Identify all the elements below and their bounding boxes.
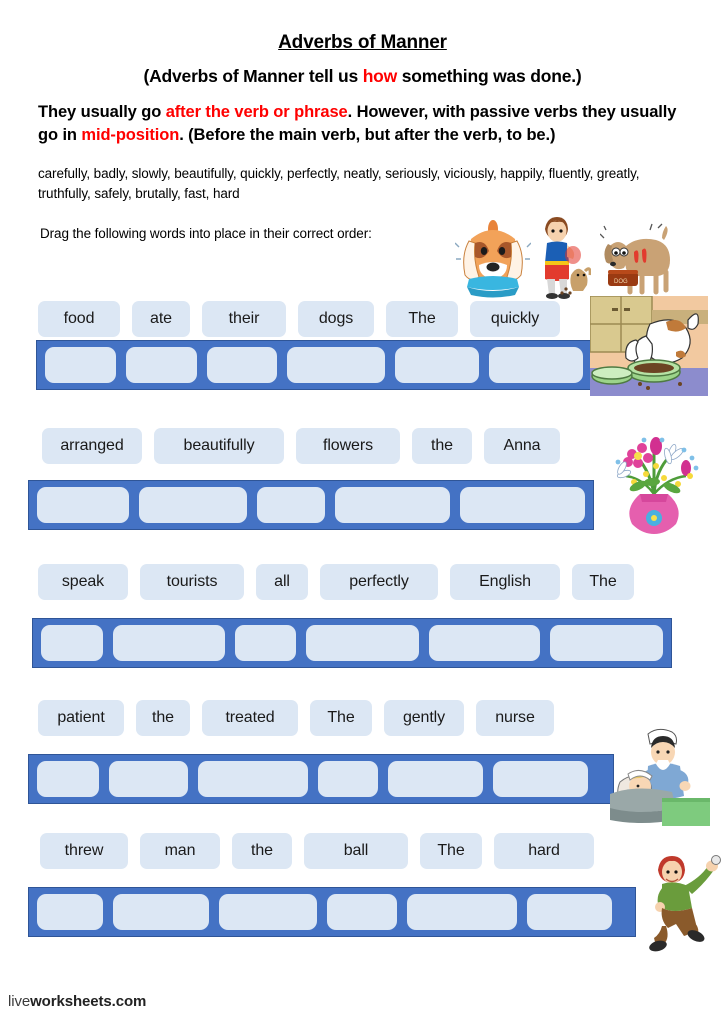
word-chip[interactable]: arranged — [42, 428, 142, 464]
word-chip[interactable]: perfectly — [320, 564, 438, 600]
drop-slot[interactable] — [318, 761, 378, 797]
drop-zone-exercise-4[interactable] — [28, 754, 614, 804]
drop-slot[interactable] — [206, 347, 278, 383]
drop-slot[interactable] — [219, 894, 317, 930]
word-bank-exercise-5: threw man the ball The hard — [40, 833, 594, 869]
drop-slot[interactable] — [113, 894, 209, 930]
drop-slot[interactable] — [527, 894, 612, 930]
drop-slot[interactable] — [112, 625, 225, 661]
page-title: Adverbs of Manner — [278, 32, 447, 53]
drop-slot[interactable] — [327, 894, 397, 930]
drop-slot[interactable] — [428, 625, 540, 661]
word-chip[interactable]: all — [256, 564, 308, 600]
rule-text-1: They usually go — [38, 103, 166, 121]
drop-slot[interactable] — [37, 487, 129, 523]
drop-slot[interactable] — [493, 761, 588, 797]
word-bank-exercise-1: food ate their dogs The quickly — [38, 301, 560, 337]
scared-dog-at-bowl-image: DOG — [599, 218, 674, 298]
word-chip[interactable]: hard — [494, 833, 594, 869]
watermark-liveworksheets: liveworksheets.com — [8, 993, 146, 1010]
drop-slot[interactable] — [488, 347, 584, 383]
drop-slot[interactable] — [45, 347, 116, 383]
word-bank-exercise-3: speak tourists all perfectly English The — [38, 564, 634, 600]
drop-slot[interactable] — [306, 625, 419, 661]
watermark-light: live — [8, 993, 31, 1010]
drop-slot[interactable] — [138, 487, 248, 523]
word-chip[interactable]: patient — [38, 700, 124, 736]
drop-zone-exercise-3[interactable] — [32, 618, 672, 668]
word-chip[interactable]: man — [140, 833, 220, 869]
subtitle: (Adverbs of Manner tell us how something… — [0, 54, 725, 87]
drop-slot[interactable] — [394, 347, 479, 383]
drop-slot[interactable] — [257, 487, 326, 523]
nurse-treating-patient-image — [606, 726, 710, 826]
drop-slot[interactable] — [37, 761, 99, 797]
boy-throwing-ball-image — [648, 852, 722, 952]
drop-slot[interactable] — [335, 487, 451, 523]
drop-slot[interactable] — [198, 761, 308, 797]
drop-zone-exercise-2[interactable] — [28, 480, 594, 530]
word-chip[interactable]: speak — [38, 564, 128, 600]
rule-text-4: . (Before the main verb, but after the v… — [179, 126, 556, 145]
subtitle-text-before: (Adverbs of Manner tell us — [143, 66, 363, 86]
drop-slot[interactable] — [41, 625, 103, 661]
word-chip[interactable]: Anna — [484, 428, 560, 464]
drop-slot[interactable] — [37, 894, 103, 930]
drop-slot[interactable] — [287, 347, 385, 383]
word-chip[interactable]: tourists — [140, 564, 244, 600]
word-chip[interactable]: the — [412, 428, 472, 464]
rule-highlight-mid-position: mid-position — [81, 126, 180, 145]
word-bank-exercise-2: arranged beautifully flowers the Anna — [42, 428, 560, 464]
word-chip[interactable]: beautifully — [154, 428, 284, 464]
rule-text-2: . However, with — [347, 103, 470, 121]
word-bank-exercise-4: patient the treated The gently nurse — [38, 700, 554, 736]
boy-feeding-puppy-image — [533, 213, 592, 299]
drop-slot[interactable] — [234, 625, 297, 661]
drop-slot[interactable] — [407, 894, 517, 930]
subtitle-highlight-how: how — [362, 66, 398, 86]
word-chip[interactable]: The — [572, 564, 634, 600]
word-chip[interactable]: The — [420, 833, 482, 869]
word-chip[interactable]: threw — [40, 833, 128, 869]
word-chip[interactable]: ate — [132, 301, 190, 337]
word-chip[interactable]: English — [450, 564, 560, 600]
drop-slot[interactable] — [109, 761, 188, 797]
subtitle-text-after: something was done.) — [397, 66, 582, 86]
word-chip[interactable]: The — [386, 301, 458, 337]
drop-zone-exercise-5[interactable] — [28, 887, 636, 937]
dog-eating-from-bowl-image — [589, 295, 708, 396]
rule-highlight-after-verb: after the verb or phrase — [165, 103, 348, 121]
word-chip[interactable]: the — [232, 833, 292, 869]
svg-text:DOG: DOG — [614, 279, 628, 285]
vase-of-flowers-image — [598, 432, 710, 536]
adverb-word-list: carefully, badly, slowly, beautifully, q… — [38, 165, 640, 202]
word-chip[interactable]: food — [38, 301, 120, 337]
drop-zone-exercise-1[interactable] — [36, 340, 592, 390]
drop-slot[interactable] — [460, 487, 586, 523]
rule-bold-passive-verbs: passive verbs — [469, 103, 578, 121]
watermark-bold: worksheets.com — [30, 993, 147, 1010]
drop-slot[interactable] — [388, 761, 483, 797]
rule-paragraph: They usually go after the verb or phrase… — [0, 87, 725, 148]
word-chip[interactable]: their — [202, 301, 286, 337]
word-chip[interactable]: dogs — [298, 301, 374, 337]
word-chip[interactable]: the — [136, 700, 190, 736]
word-chip[interactable]: flowers — [296, 428, 400, 464]
drop-slot[interactable] — [125, 347, 197, 383]
word-chip[interactable]: ball — [304, 833, 408, 869]
word-chip[interactable]: The — [310, 700, 372, 736]
word-chip[interactable]: quickly — [470, 301, 560, 337]
word-chip[interactable]: treated — [202, 700, 298, 736]
word-chip[interactable]: nurse — [476, 700, 554, 736]
sad-dog-with-bowl-image — [454, 213, 532, 298]
word-chip[interactable]: gently — [384, 700, 464, 736]
drop-slot[interactable] — [549, 625, 663, 661]
worksheet-page: Adverbs of Manner (Adverbs of Manner tel… — [0, 0, 725, 1024]
